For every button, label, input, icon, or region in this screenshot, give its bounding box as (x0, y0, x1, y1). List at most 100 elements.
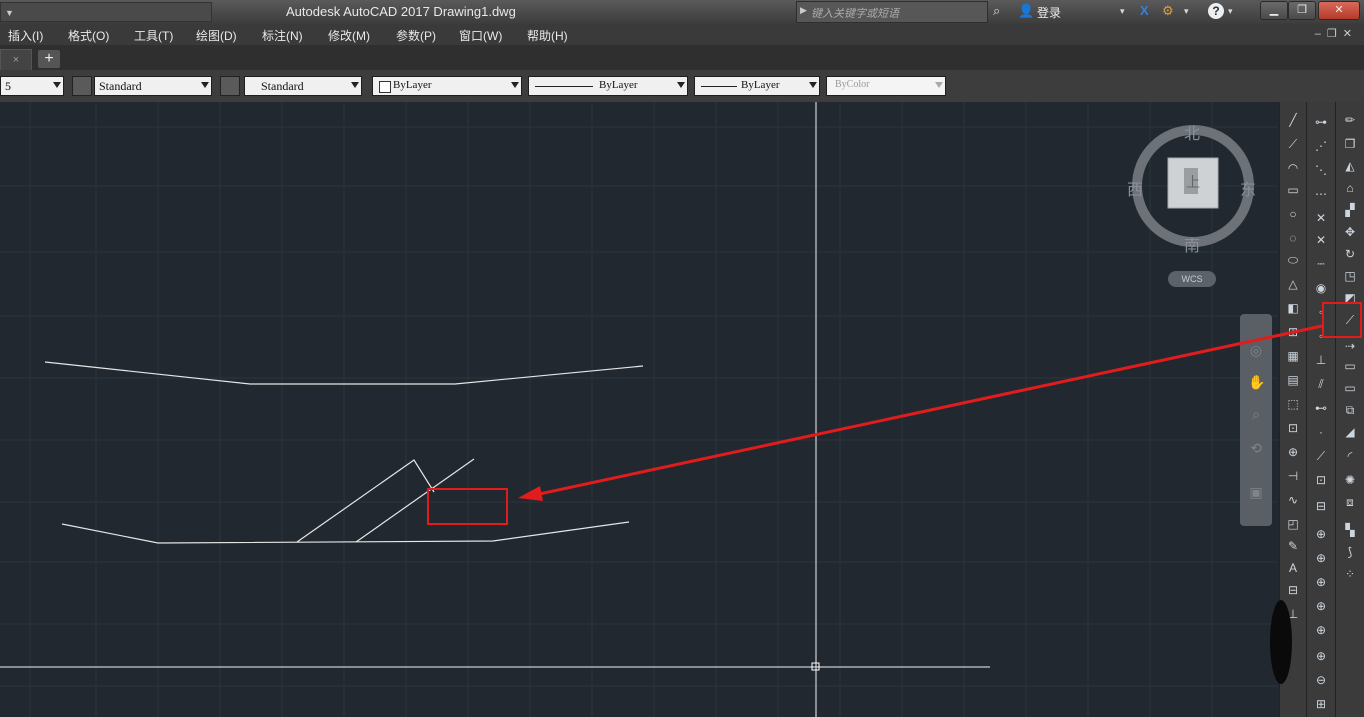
linetype-combo[interactable]: ByLayer (528, 76, 688, 96)
ellipse-icon[interactable]: ⬭ (1285, 252, 1301, 268)
zoom-window-icon[interactable]: ⊕ (1313, 526, 1329, 542)
hatch-icon[interactable]: ▦ (1285, 348, 1301, 364)
insert-block-icon[interactable]: ◧ (1285, 300, 1301, 316)
dim-linear-icon[interactable]: ⊶ (1313, 114, 1329, 130)
mtext-icon[interactable]: A (1285, 560, 1301, 576)
dim-aligned-icon[interactable]: ⋰ (1313, 138, 1329, 154)
line-icon[interactable]: ╱ (1285, 112, 1301, 128)
a360-icon[interactable]: ⚙ (1162, 3, 1174, 21)
blend-icon[interactable]: ◜ (1342, 448, 1358, 464)
table-icon[interactable]: ⊞ (1285, 324, 1301, 340)
orbit-icon[interactable]: ⟲ (1248, 440, 1264, 456)
match-properties-icon[interactable]: ⟆ (1342, 544, 1358, 560)
text-style-combo[interactable]: Standard (94, 76, 212, 96)
viewcube[interactable]: 北 南 东 西 上 (1124, 118, 1264, 293)
wipeout-icon[interactable]: ⊟ (1285, 582, 1301, 598)
compass-south[interactable]: 南 (1184, 232, 1200, 256)
text-icon[interactable]: ⊣ (1285, 468, 1301, 484)
continue-icon[interactable]: ⊥ (1313, 352, 1329, 368)
user-icon[interactable]: 👤 (1018, 3, 1034, 21)
rotate-icon[interactable]: ↻ (1342, 246, 1358, 262)
zoom-all-icon[interactable]: ⊞ (1313, 696, 1329, 712)
drawing-canvas[interactable] (0, 102, 1278, 717)
center-mark-icon[interactable]: ⊷ (1313, 400, 1329, 416)
new-tab-button[interactable]: + (38, 50, 60, 68)
boundary-icon[interactable]: ◰ (1285, 516, 1301, 532)
menu-dimension[interactable]: 标注(N) (262, 27, 303, 44)
offset-icon[interactable]: ⌂ (1342, 180, 1358, 196)
dim-ordinate-icon[interactable]: ⋯ (1313, 186, 1329, 202)
explode-icon[interactable]: ✺ (1342, 472, 1358, 488)
menu-insert[interactable]: 插入(I) (8, 27, 43, 44)
close-button[interactable]: ✕ (1318, 1, 1360, 20)
chamfer-icon[interactable]: ⧉ (1342, 402, 1358, 418)
wcs-menu-button[interactable]: WCS (1168, 271, 1216, 287)
zoom-scale-icon[interactable]: ⊕ (1313, 574, 1329, 590)
scale-icon[interactable]: ◳ (1342, 268, 1358, 284)
search-input[interactable]: ▶ 键入关键字或短语 (796, 1, 988, 23)
menu-window[interactable]: 窗口(W) (459, 27, 502, 44)
dim-override-icon[interactable]: ⊡ (1313, 472, 1329, 488)
minimize-button[interactable]: ▁ (1260, 1, 1288, 20)
arc-icon[interactable]: ◠ (1285, 160, 1301, 176)
dim-diameter-icon[interactable]: ┄ (1313, 256, 1329, 272)
mdi-window-controls[interactable]: –❐✕ (1315, 27, 1358, 40)
slanted-line-b[interactable] (355, 458, 475, 543)
dim-style-combo[interactable]: Standard (244, 76, 362, 96)
cube-face-top[interactable]: 上 (1186, 172, 1200, 192)
help-icon[interactable]: ? (1208, 3, 1224, 19)
dim-arc-icon[interactable]: ⋱ (1313, 162, 1329, 178)
dimension-icon[interactable]: ⊕ (1285, 444, 1301, 460)
chevron-down-icon[interactable]: ▾ (1228, 6, 1233, 24)
zoom-center-icon[interactable]: ⊕ (1313, 598, 1329, 614)
join-icon[interactable]: ▭ (1342, 380, 1358, 396)
compass-west[interactable]: 西 (1127, 176, 1143, 200)
zoom-object-icon[interactable]: ⊕ (1313, 622, 1329, 638)
array-icon[interactable]: ▞ (1342, 202, 1358, 218)
menu-modify[interactable]: 修改(M) (328, 27, 370, 44)
fillet-icon[interactable]: ◢ (1342, 424, 1358, 440)
text-style-icon[interactable] (72, 76, 92, 96)
sketch-icon[interactable]: ✎ (1285, 538, 1301, 554)
extend-icon[interactable]: ⇢ (1342, 338, 1358, 354)
lineweight-combo[interactable]: ByLayer (694, 76, 820, 96)
snap-icon[interactable]: ⁘ (1342, 566, 1358, 582)
chevron-down-icon[interactable]: ▾ (1120, 6, 1125, 24)
chevron-down-icon[interactable]: ▾ (1184, 6, 1189, 24)
tab-drawing1[interactable]: × (0, 49, 32, 70)
color-combo[interactable]: ByLayer (372, 76, 522, 96)
zoom-in-icon[interactable]: ⊕ (1313, 648, 1329, 664)
copy-icon[interactable]: ❐ (1342, 136, 1358, 152)
circle-icon[interactable]: ○ (1285, 206, 1301, 222)
construction-line-icon[interactable]: △ (1285, 276, 1301, 292)
dim-jogged-icon[interactable]: ✕ (1313, 232, 1329, 248)
menu-parametric[interactable]: 参数(P) (396, 27, 436, 44)
move-icon[interactable]: ✥ (1342, 224, 1358, 240)
compass-east[interactable]: 东 (1240, 176, 1256, 200)
polyline-icon[interactable]: ⟋ (1285, 136, 1301, 152)
layer-combo[interactable]: 5 (0, 76, 64, 96)
revision-cloud-icon[interactable]: ◌ (1285, 230, 1301, 246)
quick-access-toolbar[interactable]: ▼ (0, 2, 212, 22)
compass-north[interactable]: 北 (1184, 120, 1200, 144)
expand-icon[interactable]: ▶ (800, 5, 807, 16)
dim-radius-icon[interactable]: ✕ (1313, 210, 1329, 226)
showmotion-icon[interactable]: ▣ (1248, 484, 1264, 500)
maximize-button[interactable]: ❐ (1288, 1, 1316, 20)
erase-icon[interactable]: ✏ (1342, 112, 1358, 128)
zoom-icon[interactable]: ⊟ (1313, 498, 1329, 514)
chevron-down-icon[interactable]: ▼ (5, 8, 15, 18)
point-icon[interactable]: ⊡ (1285, 420, 1301, 436)
zoom-extents-icon[interactable]: ⌕ (1248, 406, 1264, 422)
menu-help[interactable]: 帮助(H) (527, 27, 568, 44)
pan-icon[interactable]: ✋ (1248, 374, 1265, 390)
zoom-out-icon[interactable]: ⊖ (1313, 672, 1329, 688)
exchange-icon[interactable]: X (1140, 3, 1149, 21)
login-button[interactable]: 登录 (1037, 4, 1061, 21)
multiline-text-icon[interactable]: ∿ (1285, 492, 1301, 508)
break-icon[interactable]: ▭ (1342, 358, 1358, 374)
properties-icon[interactable]: ▚ (1342, 522, 1358, 538)
mirror-icon[interactable]: ◭ (1342, 158, 1358, 174)
menu-tools[interactable]: 工具(T) (134, 27, 173, 44)
gradient-icon[interactable]: ▤ (1285, 372, 1301, 388)
